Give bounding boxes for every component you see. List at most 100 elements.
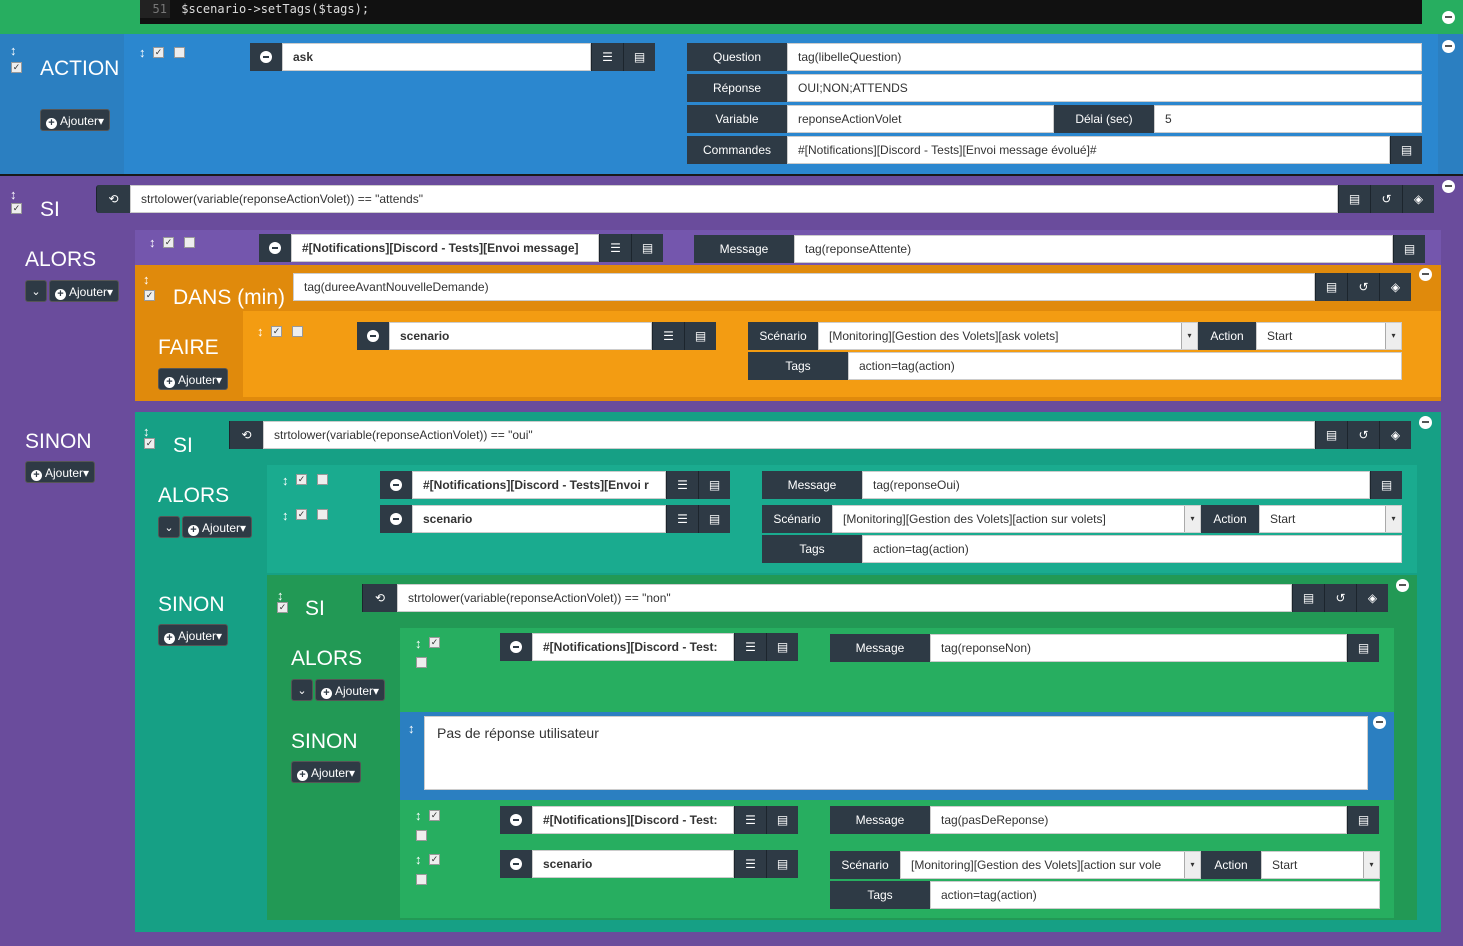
remove-button[interactable]: [500, 806, 532, 834]
scenario-select[interactable]: [Monitoring][Gestion des Volets][ask vol…: [818, 322, 1198, 350]
tags-input[interactable]: action=tag(action): [862, 535, 1402, 563]
remove-icon[interactable]: [1442, 11, 1455, 24]
question-input[interactable]: tag(libelleQuestion): [787, 43, 1422, 71]
condition-input[interactable]: strtolower(variable(reponseActionVolet))…: [397, 584, 1292, 612]
command-input[interactable]: #[Notifications][Discord - Tests][Envoi …: [291, 234, 599, 262]
option-checkbox[interactable]: [292, 326, 303, 337]
list-button[interactable]: ☰: [666, 471, 698, 499]
select-button[interactable]: ▤: [623, 43, 655, 71]
add-button[interactable]: + Ajouter▾: [158, 368, 229, 390]
history-button[interactable]: ↺: [1347, 273, 1379, 301]
cube-button[interactable]: ◈: [1356, 584, 1388, 612]
list-button[interactable]: ☰: [734, 806, 766, 834]
command-input[interactable]: scenario: [412, 505, 666, 533]
select-button[interactable]: ▤: [684, 322, 716, 350]
select-button[interactable]: ▤: [1315, 273, 1347, 301]
remove-button[interactable]: [380, 471, 412, 499]
command-input[interactable]: #[Notifications][Discord - Tests][Envoi …: [412, 471, 666, 499]
move-icon[interactable]: ↕: [415, 809, 422, 822]
refresh-button[interactable]: ⟲: [362, 584, 397, 612]
remove-icon[interactable]: [1419, 416, 1432, 429]
command-input[interactable]: scenario: [532, 850, 734, 878]
move-icon[interactable]: ↕: [257, 325, 264, 338]
message-input[interactable]: tag(reponseNon): [930, 634, 1347, 662]
select-button[interactable]: ▤: [1370, 471, 1402, 499]
add-button[interactable]: + Ajouter▾: [49, 280, 120, 302]
add-button[interactable]: + Ajouter▾: [182, 516, 253, 538]
enable-checkbox[interactable]: ✓: [144, 438, 155, 449]
command-input[interactable]: #[Notifications][Discord - Test:: [532, 633, 734, 661]
option-checkbox[interactable]: [416, 657, 427, 668]
cube-button[interactable]: ◈: [1402, 185, 1434, 213]
comment-textarea[interactable]: Pas de réponse utilisateur: [424, 716, 1368, 790]
remove-icon[interactable]: [1419, 268, 1432, 281]
cube-button[interactable]: ◈: [1379, 273, 1411, 301]
remove-icon[interactable]: [1442, 40, 1455, 53]
select-button[interactable]: ▤: [1338, 185, 1370, 213]
select-button[interactable]: ▤: [1390, 136, 1422, 164]
add-button[interactable]: + Ajouter▾: [25, 461, 96, 483]
enable-checkbox[interactable]: ✓: [296, 474, 307, 485]
reponse-input[interactable]: OUI;NON;ATTENDS: [787, 74, 1422, 102]
add-button[interactable]: + Ajouter▾: [291, 761, 362, 783]
tags-input[interactable]: action=tag(action): [848, 352, 1402, 380]
command-input[interactable]: #[Notifications][Discord - Test:: [532, 806, 734, 834]
select-button[interactable]: ▤: [766, 850, 798, 878]
remove-icon[interactable]: [1442, 180, 1455, 193]
commandes-input[interactable]: #[Notifications][Discord - Tests][Envoi …: [787, 136, 1390, 164]
move-icon[interactable]: ↕: [415, 637, 422, 650]
move-icon[interactable]: ↕: [282, 474, 289, 487]
code-editor[interactable]: 51 $scenario->setTags($tags);: [140, 0, 1422, 24]
list-button[interactable]: ☰: [734, 850, 766, 878]
move-icon[interactable]: ↕: [408, 722, 415, 735]
add-button[interactable]: + Ajouter▾: [40, 109, 111, 131]
refresh-button[interactable]: ⟲: [96, 185, 130, 213]
select-button[interactable]: ▤: [631, 234, 663, 262]
option-checkbox[interactable]: [416, 874, 427, 885]
option-checkbox[interactable]: [174, 47, 185, 58]
collapse-button[interactable]: ⌄: [158, 516, 180, 538]
select-button[interactable]: ▤: [698, 505, 730, 533]
remove-button[interactable]: [380, 505, 412, 533]
select-button[interactable]: ▤: [1347, 634, 1379, 662]
history-button[interactable]: ↺: [1324, 584, 1356, 612]
action-select[interactable]: Start ▾: [1261, 851, 1380, 879]
delai-input[interactable]: 5: [1154, 105, 1422, 133]
collapse-button[interactable]: ⌄: [25, 280, 47, 302]
remove-button[interactable]: [259, 234, 291, 262]
move-icon[interactable]: ↕: [143, 273, 150, 286]
select-button[interactable]: ▤: [1347, 806, 1379, 834]
condition-input[interactable]: strtolower(variable(reponseActionVolet))…: [263, 421, 1315, 449]
move-icon[interactable]: ↕: [277, 589, 284, 602]
option-checkbox[interactable]: [184, 237, 195, 248]
list-button[interactable]: ☰: [591, 43, 623, 71]
enable-checkbox[interactable]: ✓: [429, 810, 440, 821]
move-icon[interactable]: ↕: [282, 509, 289, 522]
enable-checkbox[interactable]: ✓: [11, 62, 22, 73]
tags-input[interactable]: action=tag(action): [930, 881, 1380, 909]
condition-input[interactable]: strtolower(variable(reponseActionVolet))…: [130, 185, 1338, 213]
move-icon[interactable]: ↕: [415, 853, 422, 866]
select-button[interactable]: ▤: [1393, 235, 1425, 263]
move-icon[interactable]: ↕: [10, 188, 17, 201]
add-button[interactable]: + Ajouter▾: [158, 624, 229, 646]
select-button[interactable]: ▤: [766, 633, 798, 661]
enable-checkbox[interactable]: ✓: [271, 326, 282, 337]
command-input[interactable]: scenario: [389, 322, 652, 350]
select-button[interactable]: ▤: [766, 806, 798, 834]
move-icon[interactable]: ↕: [143, 425, 150, 438]
select-button[interactable]: ▤: [1315, 421, 1347, 449]
enable-checkbox[interactable]: ✓: [277, 602, 288, 613]
list-button[interactable]: ☰: [599, 234, 631, 262]
dans-input[interactable]: tag(dureeAvantNouvelleDemande): [293, 273, 1315, 301]
remove-icon[interactable]: [1396, 579, 1409, 592]
scenario-select[interactable]: [Monitoring][Gestion des Volets][action …: [832, 505, 1201, 533]
list-button[interactable]: ☰: [652, 322, 684, 350]
list-button[interactable]: ☰: [666, 505, 698, 533]
action-select[interactable]: Start ▾: [1259, 505, 1402, 533]
enable-checkbox[interactable]: ✓: [429, 854, 440, 865]
move-icon[interactable]: ↕: [139, 46, 146, 59]
enable-checkbox[interactable]: ✓: [163, 237, 174, 248]
remove-button[interactable]: [500, 633, 532, 661]
collapse-button[interactable]: ⌄: [291, 679, 313, 701]
